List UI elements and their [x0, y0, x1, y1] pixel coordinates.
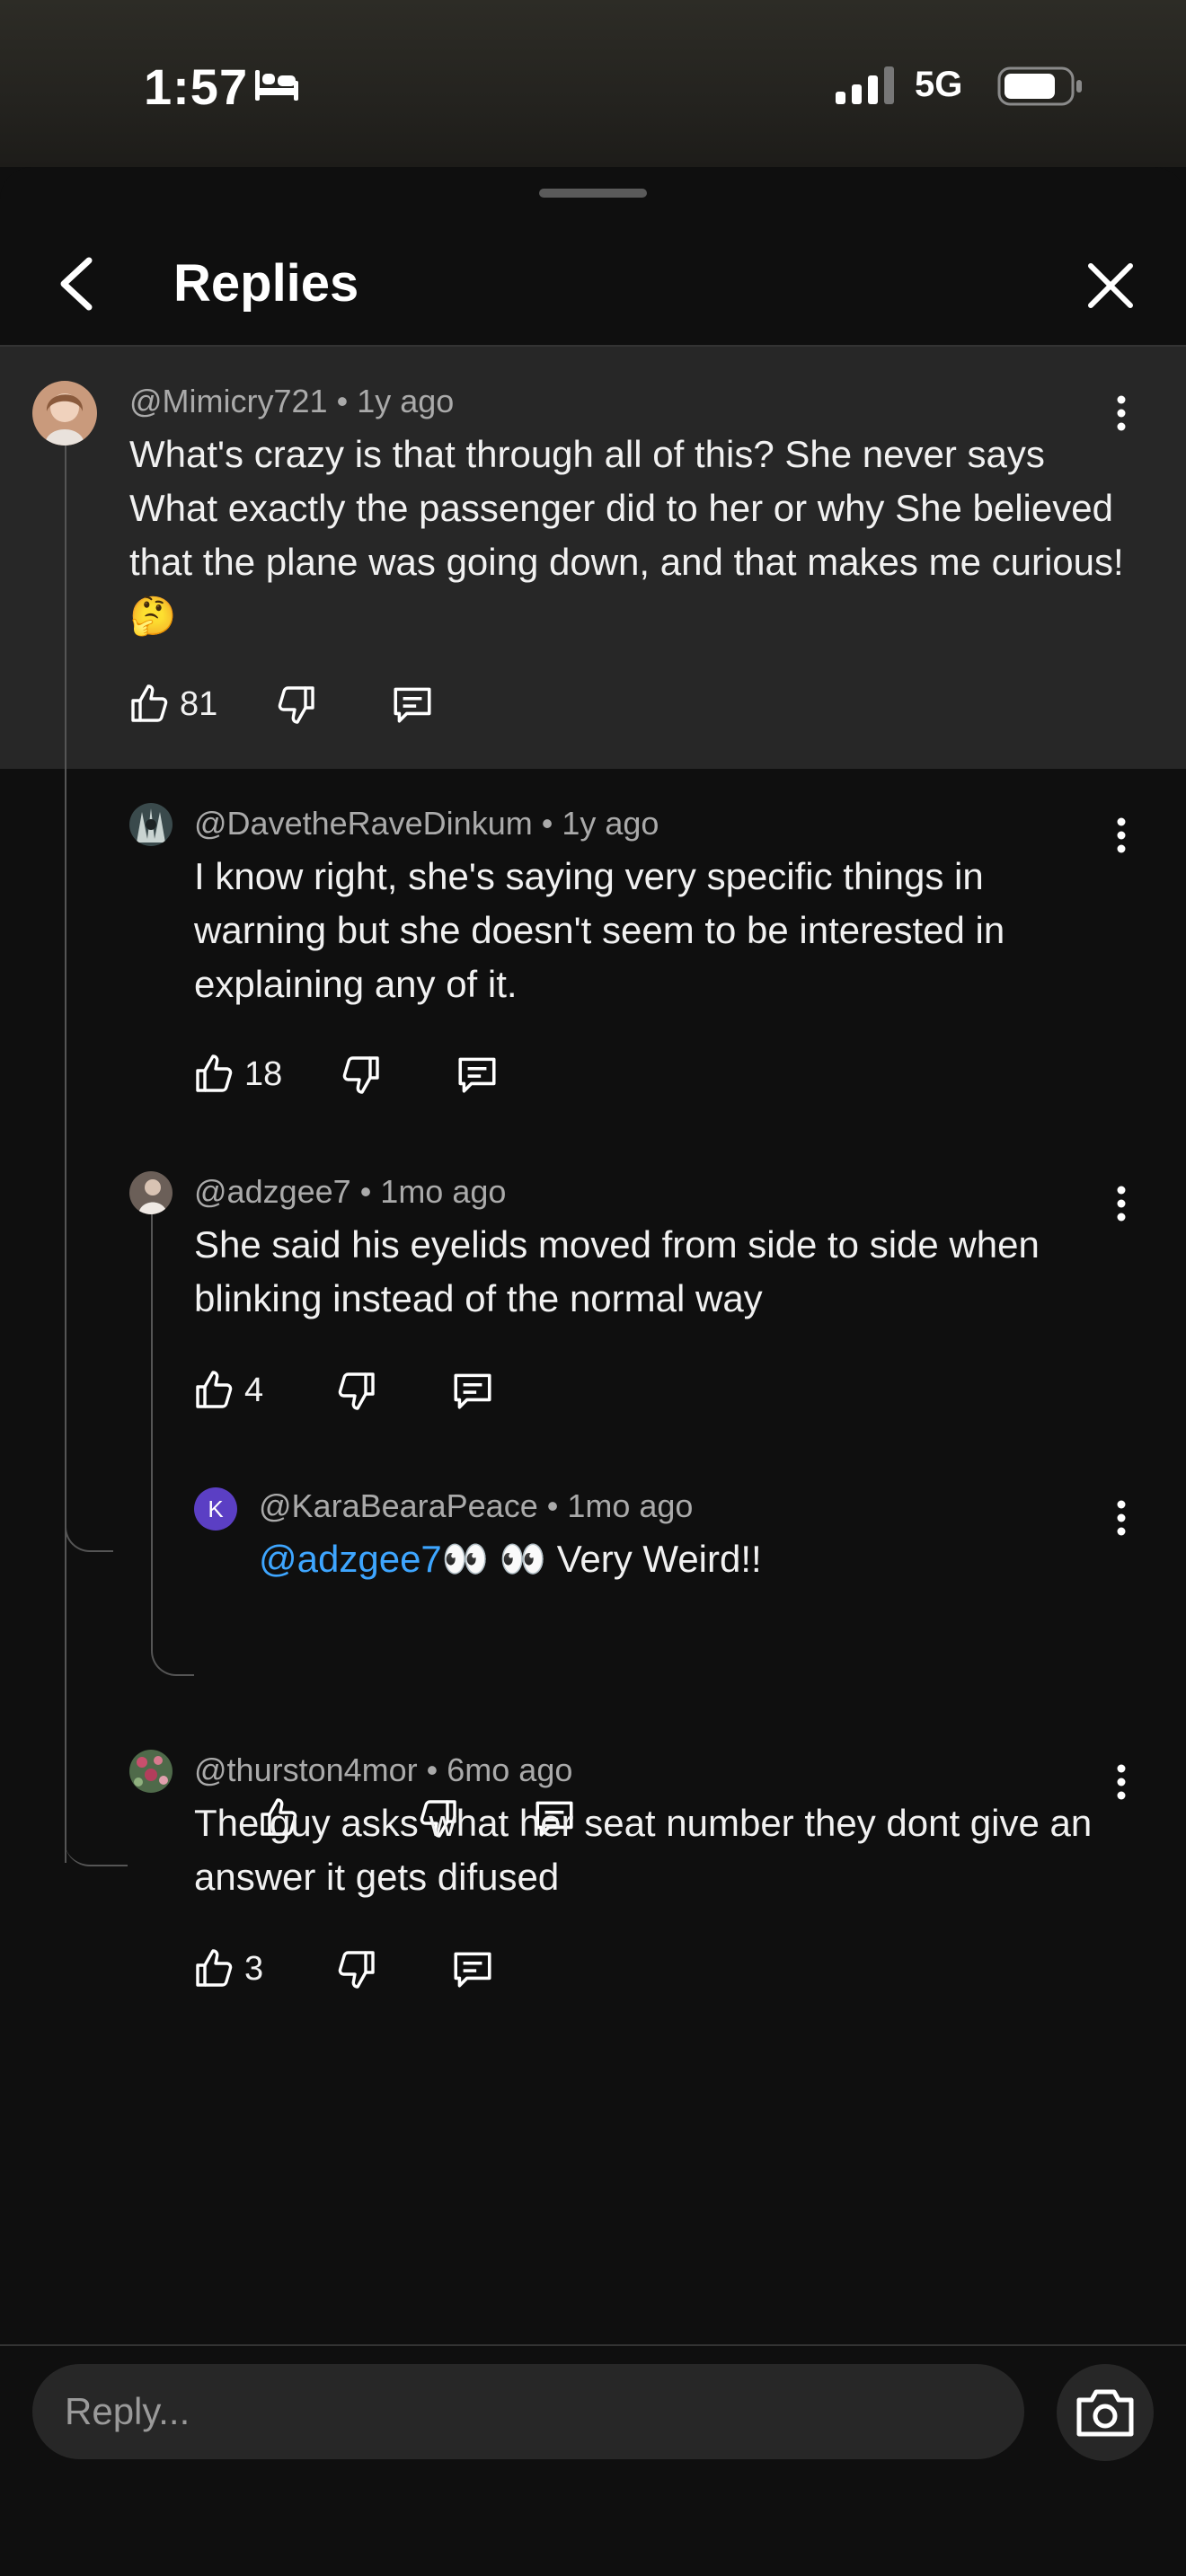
avatar[interactable] [129, 803, 173, 846]
separator-dot: • [541, 805, 553, 842]
separator-dot: • [546, 1487, 559, 1524]
comment-actions: 81 [128, 675, 435, 733]
thread-connector [65, 1550, 128, 1866]
mention-link[interactable]: @adzgee7 [259, 1538, 442, 1580]
comment-time: 6mo ago [447, 1751, 573, 1788]
like-count: 3 [244, 1949, 264, 1988]
avatar[interactable]: K [194, 1487, 237, 1531]
dislike-button[interactable] [335, 1947, 378, 1990]
reply-button[interactable] [450, 1946, 495, 1991]
comment-text: What's crazy is that through all of this… [129, 433, 1124, 637]
comment-icon [458, 1057, 496, 1093]
dislike-button[interactable] [335, 1369, 378, 1412]
comment-actions: 4 [192, 1362, 495, 1419]
comment-author[interactable]: @Mimicry721 [129, 383, 328, 419]
reply-input[interactable] [32, 2364, 1024, 2459]
comment-icon [454, 1373, 491, 1409]
thumbs-up-icon [196, 1371, 233, 1408]
footer-divider [0, 2344, 1186, 2346]
more-vertical-icon [1117, 1500, 1126, 1536]
comment-time: 1mo ago [567, 1487, 694, 1524]
thread-connector-nested [151, 1191, 194, 1676]
comment-author[interactable]: @KaraBearaPeace [259, 1487, 538, 1524]
thumbs-down-icon [343, 1056, 379, 1094]
comment-time: 1y ago [562, 805, 659, 842]
reply-button[interactable] [390, 682, 435, 727]
replies-sheet: Replies @Mimicry721 • 1y ago What's crazy … [0, 167, 1186, 2576]
like-button[interactable]: 4 [192, 1369, 263, 1412]
dislike-button[interactable] [275, 683, 318, 726]
thumbs-up-icon [196, 1054, 233, 1092]
thumbs-down-icon [279, 686, 314, 724]
thread-connector [65, 1146, 113, 1552]
more-vertical-icon [1117, 1764, 1126, 1800]
bed-icon [252, 65, 302, 109]
battery-icon [997, 66, 1084, 110]
like-count: 4 [244, 1371, 264, 1409]
sheet-title: Replies [173, 254, 359, 313]
comment-text-body: 👀 👀 Very Weird!! [441, 1538, 762, 1580]
sheet-grabber[interactable] [539, 189, 647, 198]
comment-icon [454, 1952, 491, 1988]
close-icon [1088, 263, 1133, 308]
comment-meta: @adzgee7 • 1mo ago [194, 1173, 506, 1211]
back-button[interactable] [45, 248, 108, 320]
comment-text: The guy asks what her seat number they d… [194, 1802, 1093, 1898]
comment-author[interactable]: @thurston4mor [194, 1751, 418, 1788]
like-button[interactable]: 18 [192, 1053, 282, 1096]
comment-meta: @KaraBearaPeace • 1mo ago [259, 1487, 693, 1525]
like-button[interactable]: 3 [192, 1947, 263, 1990]
comment-time: 1mo ago [380, 1173, 507, 1210]
camera-button[interactable] [1057, 2364, 1154, 2461]
avatar[interactable] [32, 381, 97, 446]
comment-actions: 18 [192, 1045, 500, 1103]
more-vertical-icon [1117, 395, 1126, 431]
avatar-letter: K [208, 1495, 224, 1522]
comment-meta: @DavetheRaveDinkum • 1y ago [194, 805, 659, 842]
signal-icon [836, 66, 898, 109]
comment-time: 1y ago [357, 383, 455, 419]
more-vertical-icon [1117, 1186, 1126, 1222]
separator-dot: • [359, 1173, 372, 1210]
more-vertical-icon [1117, 817, 1126, 853]
status-bar: 1:57 5G [0, 0, 1186, 167]
comment-text: @adzgee7👀 👀 Very Weird!! [259, 1532, 1112, 1586]
thumbs-down-icon [338, 1951, 375, 1989]
comment-text: I know right, she's saying very specific… [194, 855, 1005, 1005]
separator-dot: • [426, 1751, 438, 1788]
status-time: 1:57 [144, 58, 249, 115]
like-count: 81 [180, 684, 218, 723]
comment-text: She said his eyelids moved from side to … [194, 1223, 1040, 1319]
comment-author[interactable]: @adzgee7 [194, 1173, 351, 1210]
camera-icon [1076, 2389, 1134, 2437]
reply-button[interactable] [450, 1368, 495, 1413]
back-chevron-icon [60, 257, 93, 311]
like-button[interactable]: 81 [128, 683, 217, 726]
comment-meta: @thurston4mor • 6mo ago [194, 1751, 572, 1789]
comment-meta: @Mimicry721 • 1y ago [129, 383, 454, 420]
like-count: 18 [244, 1054, 283, 1093]
comment-actions: 3 [192, 1940, 495, 1998]
close-button[interactable] [1078, 253, 1143, 318]
thumbs-up-icon [131, 684, 168, 722]
separator-dot: • [336, 383, 349, 419]
reply-button[interactable] [455, 1052, 500, 1097]
avatar[interactable] [129, 1171, 173, 1214]
thumbs-up-icon [196, 1949, 233, 1987]
comment-author[interactable]: @DavetheRaveDinkum [194, 805, 533, 842]
comment-icon [394, 687, 431, 723]
thumbs-down-icon [338, 1372, 375, 1410]
avatar[interactable] [129, 1750, 173, 1793]
network-label: 5G [915, 65, 963, 104]
dislike-button[interactable] [340, 1053, 383, 1096]
